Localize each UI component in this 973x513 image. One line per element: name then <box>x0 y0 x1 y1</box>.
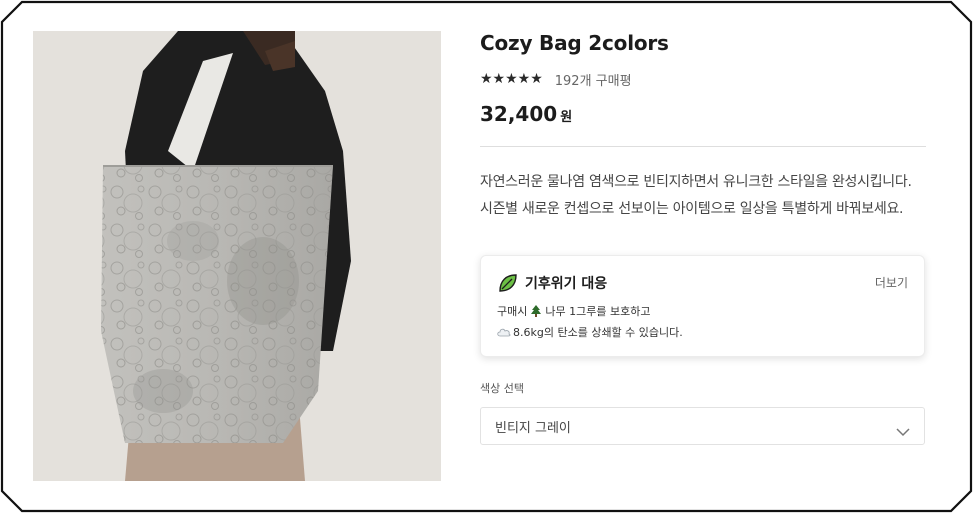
more-link[interactable]: 더보기 <box>875 274 908 291</box>
color-option-label: 색상 선택 <box>480 382 524 395</box>
climate-line-2-text: 8.6kg의 탄소를 상쇄할 수 있습니다. <box>513 326 683 339</box>
product-description: 자연스러운 물나염 염색으로 빈티지하면서 유니크한 스타일을 완성시킵니다. … <box>480 174 912 217</box>
rating-row: ★★★★★ 192개 구매평 <box>480 70 926 89</box>
color-select-value: 빈티지 그레이 <box>495 420 571 436</box>
divider <box>480 146 926 147</box>
price-unit: 원 <box>560 110 573 125</box>
product-title: Cozy Bag 2colors <box>480 31 669 55</box>
climate-line-1: 구매시 나무 1그루를 보호하고 <box>497 303 650 319</box>
cloud-icon <box>497 327 511 337</box>
price-row: 32,400 원 <box>480 102 926 126</box>
climate-line-1-prefix: 구매시 <box>497 305 528 318</box>
climate-line-1-suffix: 나무 1그루를 보호하고 <box>545 305 651 318</box>
leaf-icon <box>497 272 519 294</box>
climate-line-2: 8.6kg의 탄소를 상쇄할 수 있습니다. <box>497 324 683 340</box>
climate-card: 기후위기 대응 더보기 구매시 나무 1그루를 보호하고 8.6kg의 탄소를 … <box>480 255 925 357</box>
review-count-link[interactable]: 192개 구매평 <box>555 70 632 89</box>
rating-stars: ★★★★★ <box>480 71 543 87</box>
color-select[interactable]: 빈티지 그레이 <box>480 407 925 445</box>
climate-title: 기후위기 대응 <box>525 276 608 292</box>
product-info: Cozy Bag 2colors ★★★★★ 192개 구매평 32,400 원… <box>480 30 926 445</box>
chevron-down-icon <box>896 422 910 436</box>
product-image <box>33 31 441 481</box>
price-value: 32,400 <box>480 102 558 126</box>
tree-icon <box>530 305 542 317</box>
climate-header: 기후위기 대응 <box>497 272 607 294</box>
